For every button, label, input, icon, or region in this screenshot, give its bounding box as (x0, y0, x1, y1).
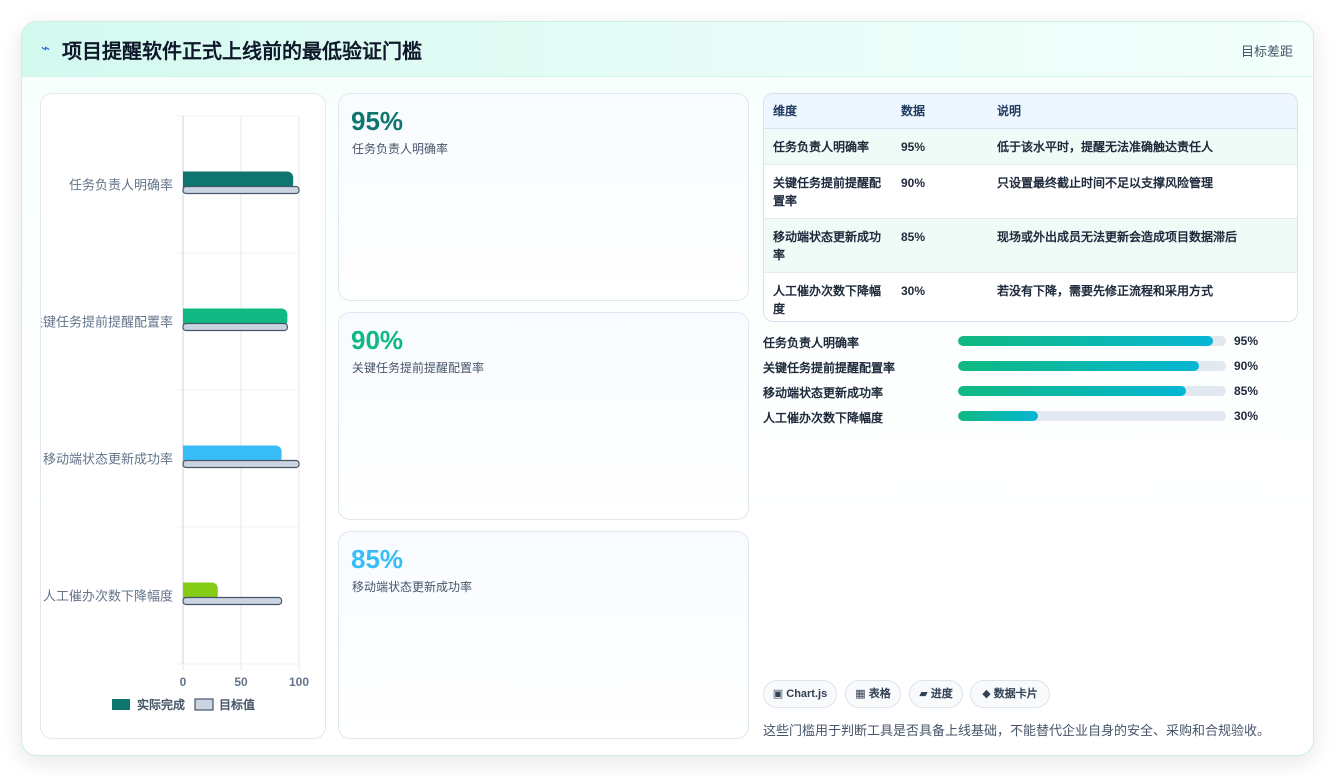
progress-fill (958, 386, 1186, 396)
progress-track (958, 386, 1226, 396)
chip-table[interactable]: ▦ 表格 (845, 680, 901, 708)
legend-label-actual: 实际完成 (137, 697, 185, 712)
progress-fill (958, 336, 1213, 346)
y-category-label: 移动端状态更新成功率 (43, 452, 173, 467)
legend-label-target: 目标值 (219, 697, 255, 712)
y-category-label: 任务负责人明确率 (69, 178, 173, 193)
bar-target (182, 459, 300, 469)
table-row: 关键任务提前提醒配置率 90% 只设置最终截止时间不足以支撑风险管理 (764, 164, 1297, 219)
bar-target (182, 322, 289, 332)
y-category-label: 人工催办次数下降幅度 (43, 589, 173, 604)
table-cell: 任务负责人明确率 (764, 128, 892, 165)
table-row: 移动端状态更新成功率 85% 现场或外出成员无法更新会造成项目数据滞后 (764, 218, 1297, 273)
progress-track (958, 411, 1226, 421)
progress-value: 30% (1234, 409, 1259, 423)
table-header-cell: 维度 (764, 94, 892, 129)
progress-value: 85% (1234, 384, 1259, 398)
bar-target (182, 185, 300, 195)
chip-data-cards[interactable]: ◆ 数据卡片 (970, 680, 1050, 708)
table-cell: 85% (892, 218, 988, 273)
kpi-label: 任务负责人明确率 (352, 142, 449, 156)
table-cell: 移动端状态更新成功率 (764, 218, 892, 273)
chip-chartjs[interactable]: ▣ Chart.js (763, 680, 837, 708)
progress-label: 人工催办次数下降幅度 (763, 411, 884, 425)
table-header-row: 维度 数据 说明 (764, 94, 1297, 129)
progress-value: 95% (1234, 334, 1259, 348)
x-tick-label: 50 (234, 675, 248, 689)
progress-value: 90% (1234, 359, 1259, 373)
table-cell: 关键任务提前提醒配置率 (764, 164, 892, 219)
page-title: 项目提醒软件正式上线前的最低验证门槛 (62, 41, 422, 63)
dashboard-card: ⌁ 项目提醒软件正式上线前的最低验证门槛 目标差距 0 50 100 任务负责人明确率… (21, 21, 1314, 756)
progress-row: 关键任务提前提醒配置率 90% (763, 356, 1303, 381)
table-cell: 90% (892, 164, 988, 219)
kpi-label: 移动端状态更新成功率 (352, 580, 473, 594)
card-header: ⌁ 项目提醒软件正式上线前的最低验证门槛 目标差距 (22, 22, 1313, 77)
progress-label: 关键任务提前提醒配置率 (763, 361, 896, 375)
table-cell: 现场或外出成员无法更新会造成项目数据滞后 (988, 218, 1297, 273)
bar-chart: 0 50 100 任务负责人明确率关键任务提前提醒配置率移动端状态更新成功率人工催办次… (41, 115, 309, 712)
x-tick-label: 0 (180, 675, 187, 689)
table-cell: 30% (892, 272, 988, 321)
kpi-card-mobile: 85% 移动端状态更新成功率 (338, 531, 749, 739)
table-cell: 低于该水平时，提醒无法准确触达责任人 (988, 128, 1297, 165)
chip-progress[interactable]: ▰ 进度 (909, 680, 963, 708)
progress-label: 任务负责人明确率 (763, 336, 860, 350)
bar-target (182, 596, 283, 606)
kpi-card-owner: 95% 任务负责人明确率 (338, 93, 749, 301)
y-category-label: 关键任务提前提醒配置率 (41, 315, 173, 330)
legend-swatch-target (194, 698, 214, 711)
table-header-cell: 数据 (892, 94, 988, 129)
progress-track (958, 361, 1226, 371)
progress-list: 任务负责人明确率 95% 关键任务提前提醒配置率 90% 移动端状态更新成功率 … (763, 331, 1303, 431)
data-table: 维度 数据 说明 任务负责人明确率 95% 低于该水平时，提醒无法准确触达责任人… (763, 93, 1298, 322)
kpi-value: 95% (351, 106, 404, 136)
progress-fill (958, 411, 1039, 421)
kpi-label: 关键任务提前提醒配置率 (352, 361, 485, 375)
kpi-value: 85% (351, 544, 404, 574)
bar-chart-panel: 0 50 100 任务负责人明确率关键任务提前提醒配置率 移动端状态更新成功率 人工催办次… (40, 93, 326, 739)
table-row: 任务负责人明确率 95% 低于该水平时，提醒无法准确触达责任人 (764, 128, 1297, 165)
gap-label: 目标差距 (1240, 44, 1293, 59)
table-cell: 只设置最终截止时间不足以支撑风险管理 (988, 164, 1297, 219)
progress-row: 移动端状态更新成功率 85% (763, 381, 1303, 406)
progress-row: 任务负责人明确率 95% (763, 331, 1303, 356)
table-cell: 人工催办次数下降幅度 (764, 272, 892, 321)
legend-swatch-actual (112, 699, 130, 710)
bolt-icon: ⌁ (41, 40, 51, 57)
kpi-card-reminder: 90% 关键任务提前提醒配置率 (338, 312, 749, 520)
footnote: 这些门槛用于判断工具是否具备上线基础，不能替代企业自身的安全、采购和合规验收。 (763, 723, 1271, 738)
kpi-value: 90% (351, 325, 404, 355)
progress-label: 移动端状态更新成功率 (763, 386, 884, 400)
progress-fill (958, 361, 1200, 371)
x-tick-label: 100 (289, 675, 309, 689)
progress-track (958, 336, 1226, 346)
progress-row: 人工催办次数下降幅度 30% (763, 406, 1303, 431)
table-cell: 95% (892, 128, 988, 165)
table-row: 人工催办次数下降幅度 30% 若没有下降，需要先修正流程和采用方式 (764, 272, 1297, 321)
table-cell: 若没有下降，需要先修正流程和采用方式 (988, 272, 1297, 321)
table-header-cell: 说明 (988, 94, 1297, 129)
